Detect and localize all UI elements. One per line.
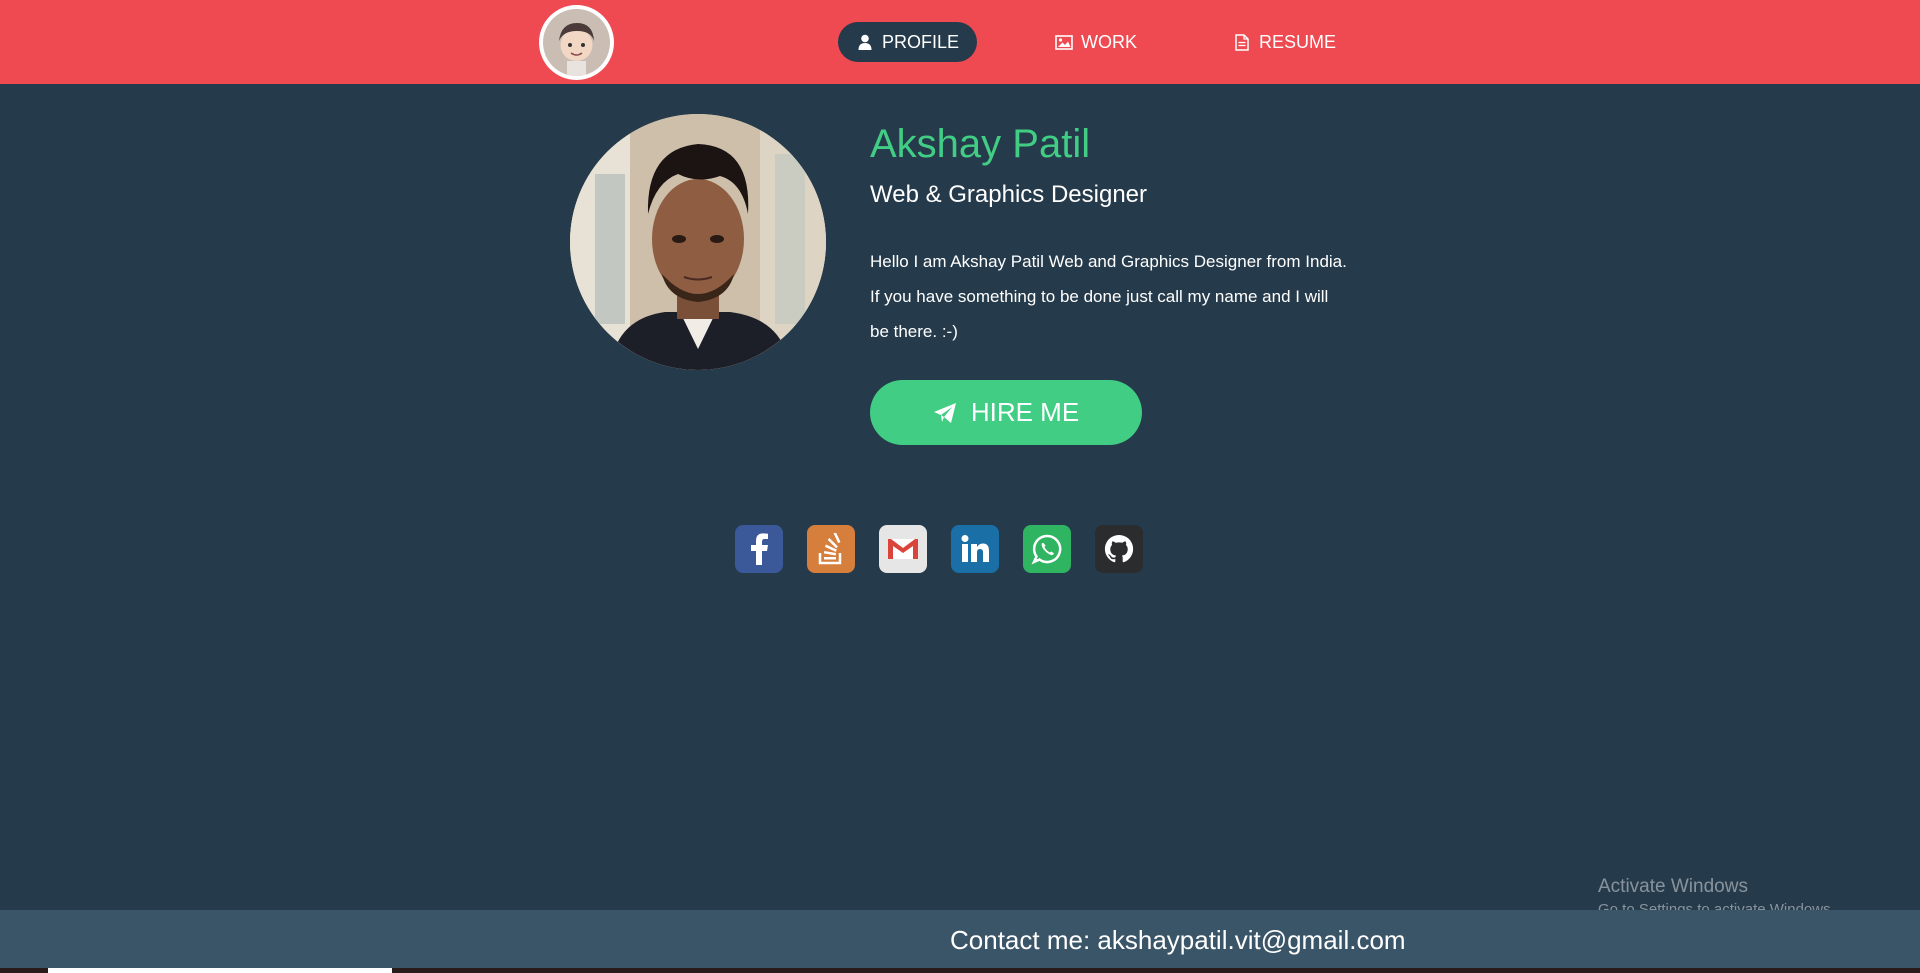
profile-name: Akshay Patil: [870, 122, 1091, 166]
nav-work[interactable]: WORK: [1037, 22, 1155, 62]
taskbar-highlight: [48, 968, 392, 973]
gmail-icon[interactable]: [879, 525, 927, 573]
user-icon: [856, 33, 874, 51]
profile-role: Web & Graphics Designer: [870, 181, 1148, 208]
profile-photo: [570, 114, 826, 370]
top-navbar: PROFILE WORK RESUME: [0, 0, 1920, 84]
main-nav: PROFILE WORK RESUME: [838, 22, 1354, 62]
facebook-icon[interactable]: [735, 525, 783, 573]
document-icon: [1233, 33, 1251, 51]
image-icon: [1055, 33, 1073, 51]
nav-profile-label: PROFILE: [882, 31, 960, 52]
nav-resume[interactable]: RESUME: [1215, 22, 1354, 62]
cartoon-face-icon: [543, 9, 610, 76]
linkedin-icon[interactable]: [951, 525, 999, 573]
paper-plane-icon: [933, 402, 957, 424]
hire-me-label: HIRE ME: [970, 397, 1080, 427]
social-links: [735, 525, 1143, 573]
stackoverflow-icon[interactable]: [807, 525, 855, 573]
github-icon[interactable]: [1095, 525, 1143, 573]
watermark-title: Activate Windows: [1598, 876, 1748, 897]
whatsapp-icon[interactable]: [1023, 525, 1071, 573]
footer: Contact me: akshaypatil.vit@gmail.com: [0, 910, 1920, 973]
nav-work-label: WORK: [1081, 31, 1138, 52]
taskbar-strip: [0, 968, 1920, 973]
nav-resume-label: RESUME: [1259, 31, 1337, 52]
contact-email[interactable]: Contact me: akshaypatil.vit@gmail.com: [950, 925, 1406, 956]
profile-bio: Hello I am Akshay Patil Web and Graphics…: [870, 252, 1347, 341]
logo-avatar[interactable]: [539, 5, 614, 80]
hire-me-button[interactable]: HIRE ME: [870, 380, 1142, 445]
nav-profile[interactable]: PROFILE: [838, 22, 978, 62]
